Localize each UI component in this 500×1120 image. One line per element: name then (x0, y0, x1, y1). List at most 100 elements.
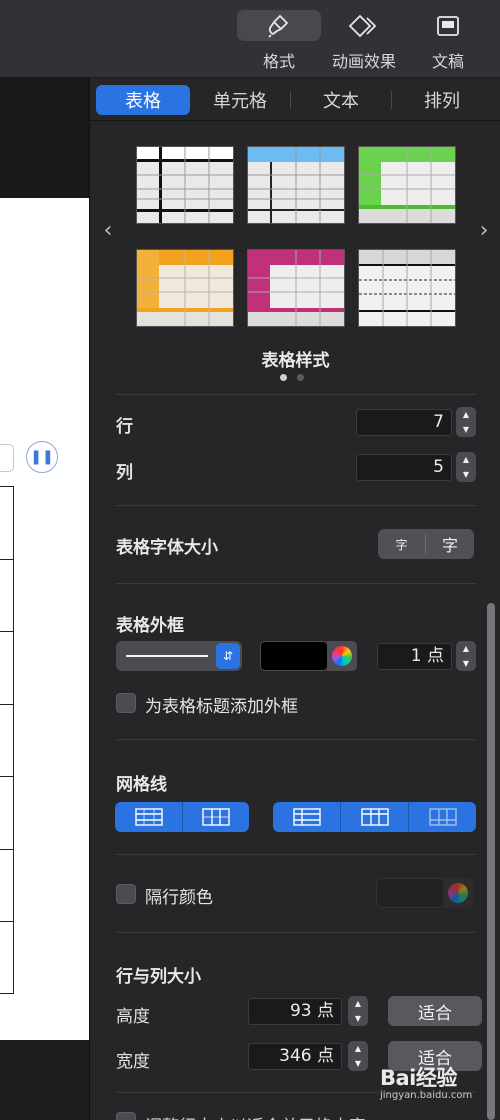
baidu-watermark: Bai经验 jingyan.baidu.com (380, 1062, 490, 1112)
decrease-font-button[interactable]: 字 (378, 529, 425, 559)
outline-width-stepper[interactable]: ▲ ▼ (456, 641, 476, 671)
table-style-green[interactable] (358, 146, 456, 224)
tab-text[interactable]: 文本 (291, 85, 391, 115)
columns-stepper[interactable]: ▲ ▼ (456, 452, 476, 482)
document-canvas[interactable]: ❚❚ (0, 78, 89, 1120)
watermark-logo: Bai经验 (380, 1066, 457, 1090)
rows-input[interactable]: 7 (356, 409, 452, 436)
page-dot[interactable] (297, 374, 304, 381)
document-label: 文稿 (431, 52, 464, 71)
chevron-up-icon[interactable]: ▲ (355, 999, 361, 1008)
divider (116, 394, 476, 395)
title-border-checkbox[interactable] (116, 693, 136, 713)
table-row[interactable] (0, 850, 13, 922)
outline-width-input[interactable]: 1 点 (377, 643, 452, 670)
app-window: 格式 动画效果 文稿 ❚❚ 表格 单元格 文本 排列 ‹ › 表格样式 行 7 … (0, 0, 500, 1120)
document-page[interactable]: ❚❚ (0, 198, 89, 1040)
increase-font-button[interactable]: 字 (426, 529, 474, 559)
paintbrush-icon (237, 10, 321, 41)
chevron-left-icon[interactable]: ‹ (98, 218, 118, 243)
columns-label: 列 (116, 463, 133, 483)
table-style-plain[interactable] (136, 146, 234, 224)
table-row[interactable] (0, 705, 13, 777)
format-label: 格式 (262, 52, 295, 71)
table-outline-title: 表格外框 (116, 616, 184, 636)
tab-table[interactable]: 表格 (96, 85, 190, 115)
body-gridlines-control (115, 802, 249, 832)
divider (116, 583, 476, 584)
gridlines-title: 网格线 (116, 775, 167, 795)
page-dot-active[interactable] (280, 374, 287, 381)
chevron-up-icon[interactable]: ▲ (355, 1044, 361, 1053)
width-stepper[interactable]: ▲ ▼ (348, 1041, 368, 1071)
color-wheel-icon (332, 646, 352, 666)
toolbar: 格式 动画效果 文稿 (0, 0, 500, 78)
table-style-blue[interactable] (247, 146, 345, 224)
rows-stepper[interactable]: ▲ ▼ (456, 407, 476, 437)
line-style-select[interactable]: ⇵ (116, 641, 242, 671)
solid-line-preview (126, 655, 208, 657)
height-stepper[interactable]: ▲ ▼ (348, 996, 368, 1026)
horizontal-gridlines-icon[interactable] (115, 802, 182, 832)
document-table[interactable] (0, 486, 14, 994)
chevron-down-icon[interactable]: ▼ (463, 659, 469, 668)
diamond-animate-icon (344, 10, 384, 41)
chevron-up-icon[interactable]: ▲ (463, 410, 469, 419)
alternating-color-picker-button[interactable] (443, 878, 473, 908)
row-column-size-title: 行与列大小 (116, 967, 201, 987)
table-styles-label: 表格样式 (261, 351, 330, 371)
fit-content-label: 调整行大小以适合单元格内容 (145, 1112, 366, 1120)
chevron-down-icon[interactable]: ▼ (463, 470, 469, 479)
chevron-up-icon[interactable]: ▲ (463, 455, 469, 464)
document-toolbar-button[interactable]: 文稿 (420, 10, 476, 72)
chevron-down-icon[interactable]: ▼ (355, 1059, 361, 1068)
format-toolbar-button[interactable]: 格式 (237, 10, 321, 72)
chevron-right-icon[interactable]: › (474, 218, 494, 243)
table-row[interactable] (0, 560, 13, 632)
table-style-orange[interactable] (136, 249, 234, 327)
table-row[interactable] (0, 632, 13, 705)
chevron-up-icon[interactable]: ▲ (463, 644, 469, 653)
fit-height-button[interactable]: 适合 (388, 996, 482, 1026)
chevron-down-icon[interactable]: ▼ (463, 425, 469, 434)
width-input[interactable]: 346 点 (248, 1043, 342, 1070)
table-row[interactable] (0, 487, 13, 560)
canvas-background (0, 78, 89, 198)
format-inspector: 表格 单元格 文本 排列 ‹ › 表格样式 行 7 ▲ ▼ 列 5 ▲ ▼ 表格… (89, 78, 500, 1120)
inspector-scrollbar[interactable] (487, 603, 495, 1120)
header-row-gridlines-icon[interactable] (273, 802, 340, 832)
header-column-gridlines-icon[interactable] (341, 802, 408, 832)
divider (116, 854, 476, 855)
table-style-magenta[interactable] (247, 249, 345, 327)
alternating-rows-label: 隔行颜色 (145, 888, 213, 908)
outline-color-well[interactable] (260, 641, 328, 671)
chevron-down-icon[interactable]: ▼ (355, 1014, 361, 1023)
table-row[interactable] (0, 777, 13, 850)
columns-input[interactable]: 5 (356, 454, 452, 481)
outline-color-picker-button[interactable] (327, 641, 357, 671)
updown-chevron-icon[interactable]: ⇵ (216, 643, 240, 669)
page-indicator[interactable] (280, 374, 304, 381)
header-gridlines-control (273, 802, 476, 832)
table-style-gray-dashed[interactable] (358, 249, 456, 327)
height-input[interactable]: 93 点 (248, 998, 342, 1025)
table-row[interactable] (0, 922, 13, 995)
pause-icon[interactable]: ❚❚ (26, 441, 58, 473)
tabs-divider (90, 120, 500, 121)
divider (116, 932, 476, 933)
width-label: 宽度 (116, 1052, 150, 1072)
document-icon (428, 10, 468, 41)
fit-content-checkbox[interactable] (116, 1112, 136, 1120)
page-field[interactable] (0, 444, 14, 472)
font-size-control: 字 字 (378, 529, 474, 559)
vertical-gridlines-icon[interactable] (183, 802, 249, 832)
tab-arrange[interactable]: 排列 (392, 85, 492, 115)
watermark-url: jingyan.baidu.com (380, 1090, 473, 1101)
alternating-rows-checkbox[interactable] (116, 884, 136, 904)
title-border-label: 为表格标题添加外框 (145, 697, 298, 717)
color-wheel-icon (448, 883, 468, 903)
tab-cell[interactable]: 单元格 (190, 85, 290, 115)
footer-gridlines-icon[interactable] (409, 802, 476, 832)
alternating-color-well[interactable] (376, 878, 444, 908)
animate-toolbar-button[interactable]: 动画效果 (326, 10, 402, 72)
